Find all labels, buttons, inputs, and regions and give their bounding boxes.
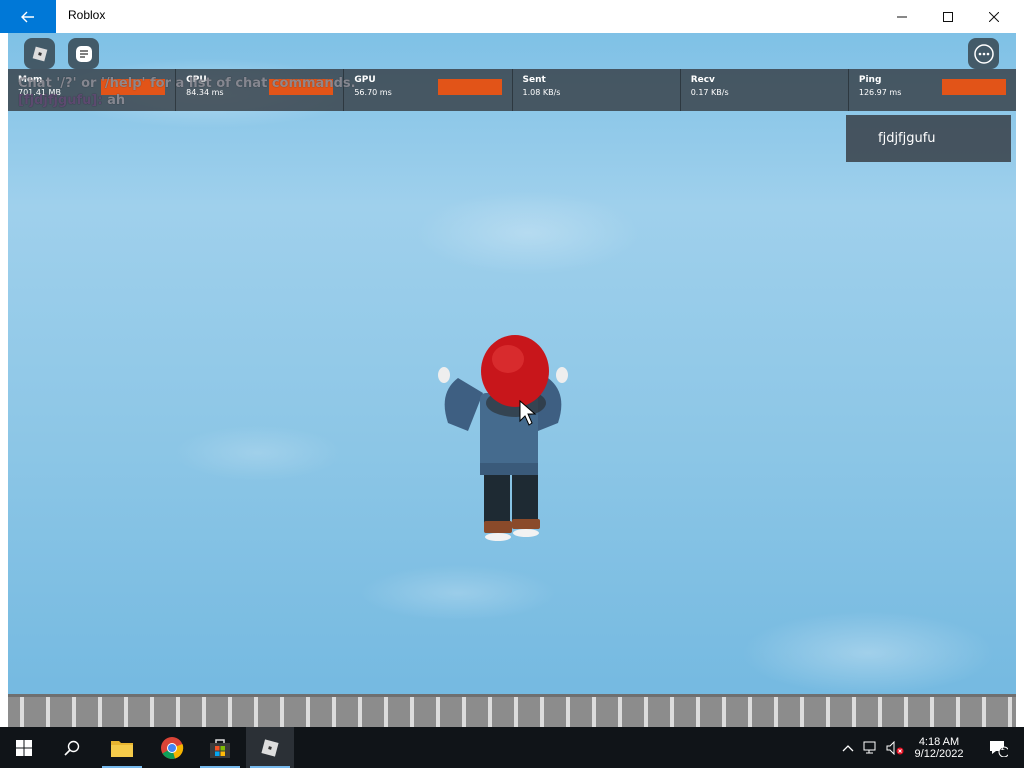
stat-gpu[interactable]: GPU 56.70 ms: [344, 69, 513, 111]
taskbar-roblox[interactable]: [246, 727, 294, 768]
title-bar: Roblox: [0, 0, 1024, 34]
stat-graph: [942, 79, 1007, 95]
store-icon: [210, 738, 230, 758]
taskbar: 4:18 AM 9/12/2022 1: [0, 727, 1024, 768]
player-avatar: [438, 335, 568, 541]
taskbar-file-explorer[interactable]: [98, 727, 146, 768]
close-button[interactable]: [971, 0, 1017, 33]
window-border-right: [1016, 33, 1024, 727]
minimize-icon: [897, 16, 907, 17]
clock[interactable]: 4:18 AM 9/12/2022: [906, 727, 972, 768]
close-icon: [989, 11, 999, 22]
game-viewport[interactable]: Mem 701.41 MB CPU 84.34 ms GPU 56.70 ms …: [8, 33, 1016, 727]
roblox-logo-icon: [261, 738, 279, 757]
chat-system-hint: Chat '/?' or '/help' for a list of chat …: [18, 76, 356, 91]
network-icon: [863, 741, 876, 753]
stat-graph: [437, 79, 502, 95]
volume-muted-icon: [886, 740, 904, 755]
chat-message: ah: [107, 93, 126, 108]
chat-window: Chat '/?' or '/help' for a list of chat …: [18, 75, 356, 109]
stat-label: Recv: [690, 75, 715, 85]
chrome-icon: [161, 736, 184, 759]
player-list[interactable]: fjdjfjgufu: [846, 115, 1011, 162]
chat-toggle-button[interactable]: [68, 38, 99, 69]
stat-value: 1.08 KB/s: [522, 88, 561, 97]
back-button[interactable]: [0, 0, 56, 33]
maximize-button[interactable]: [925, 0, 971, 33]
window-border-left: [0, 33, 8, 727]
taskbar-chrome[interactable]: [148, 727, 196, 768]
stat-label: Sent: [522, 75, 546, 85]
clock-date: 9/12/2022: [914, 747, 964, 760]
minimize-button[interactable]: [879, 0, 925, 33]
stat-recv[interactable]: Recv 0.17 KB/s: [681, 69, 849, 111]
stat-ping[interactable]: Ping 126.97 ms: [849, 69, 1016, 111]
volume-button[interactable]: [883, 727, 907, 768]
clock-time: 4:18 AM: [918, 735, 960, 748]
more-options-button[interactable]: [968, 38, 999, 69]
player-name[interactable]: fjdjfjgufu: [878, 131, 936, 146]
windows-logo-icon: [16, 739, 32, 756]
stat-sent[interactable]: Sent 1.08 KB/s: [513, 69, 681, 111]
search-icon: [64, 740, 80, 756]
chat-icon: [75, 45, 92, 62]
roblox-menu-button[interactable]: [24, 38, 55, 69]
show-hidden-icons-button[interactable]: [838, 727, 858, 768]
notification-count: 1: [1000, 743, 1006, 752]
stat-value: 0.17 KB/s: [690, 88, 729, 97]
back-arrow-icon: [21, 11, 34, 22]
folder-icon: [111, 740, 133, 757]
chat-username[interactable]: [fjdjfjgufu]:: [18, 93, 103, 108]
action-center-button[interactable]: 1: [978, 727, 1018, 768]
network-button[interactable]: [860, 727, 882, 768]
baseplate-edge: [8, 694, 1016, 727]
chevron-up-icon: [842, 744, 854, 751]
window-title: Roblox: [68, 8, 106, 22]
maximize-icon: [943, 11, 953, 22]
roblox-logo-icon: [32, 46, 47, 61]
start-button[interactable]: [0, 727, 48, 768]
search-button[interactable]: [48, 727, 96, 768]
taskbar-store[interactable]: [196, 727, 244, 768]
more-options-icon: [973, 43, 994, 64]
